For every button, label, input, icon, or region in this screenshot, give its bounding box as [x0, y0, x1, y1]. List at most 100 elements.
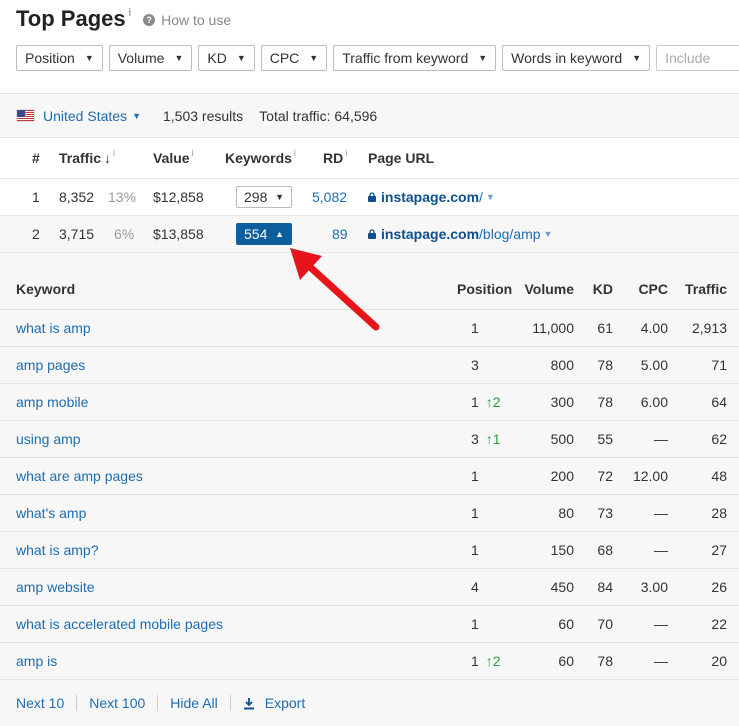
position-value: 1 [471, 653, 479, 669]
position-value: 1 [471, 616, 479, 632]
divider [76, 695, 78, 711]
keywords-footer: Next 10 Next 100 Hide All Export [16, 683, 305, 723]
keyword-position: 3 ↑1 [471, 421, 501, 457]
keyword-link[interactable]: what are amp pages [16, 458, 143, 494]
row-page-url: instapage.com / ▼ [368, 179, 495, 215]
row-keywords: 298 ▼ [236, 179, 292, 215]
keyword-traffic: 20 [711, 653, 727, 669]
keyword-link[interactable]: what's amp [16, 495, 86, 531]
country-bar: United States ▼ 1,503 results Total traf… [0, 93, 739, 138]
filter-label: Traffic from keyword [342, 50, 469, 66]
col-volume: Volume [524, 281, 574, 297]
sort-down-icon: ↓ [104, 150, 112, 166]
chevron-down-icon[interactable]: ▼ [544, 229, 553, 239]
keywords-count: 554 [244, 226, 268, 242]
title-info-icon[interactable]: i [129, 7, 131, 19]
keyword-link[interactable]: what is amp [16, 310, 91, 346]
keyword-volume: 300 [550, 394, 574, 410]
keyword-traffic: 28 [711, 505, 727, 521]
keyword-link[interactable]: amp mobile [16, 384, 88, 420]
hide-all-link[interactable]: Hide All [170, 695, 217, 711]
filter-cpc[interactable]: CPC ▼ [260, 45, 328, 71]
chevron-down-icon[interactable]: ▼ [486, 192, 495, 202]
next-100-link[interactable]: Next 100 [89, 695, 145, 711]
keyword-cpc: — [654, 653, 668, 669]
chevron-down-icon: ▼ [236, 53, 246, 63]
keyword-link[interactable]: amp website [16, 569, 95, 605]
total-traffic: Total traffic: 64,596 [259, 107, 378, 124]
info-icon: i [191, 148, 194, 158]
keyword-cpc: 12.00 [632, 468, 668, 484]
filter-label: Position [25, 50, 75, 66]
keyword-position: 1 [471, 532, 479, 568]
keyword-link[interactable]: amp is [16, 643, 57, 679]
filter-kd[interactable]: KD ▼ [198, 45, 255, 71]
row-page-url: instapage.com /blog/amp ▼ [368, 216, 552, 252]
row-rd-link[interactable]: 89 [332, 216, 348, 252]
keyword-kd: 72 [597, 468, 613, 484]
how-to-use-link[interactable]: ? How to use [143, 12, 231, 28]
keyword-row: what's amp 1 80 73 — 28 [0, 495, 739, 532]
table-row: 1 8,352 13% $12,858 298 ▼ 5,082 instapag… [0, 179, 739, 216]
filter-words-in-keyword[interactable]: Words in keyword ▼ [502, 45, 651, 71]
chevron-down-icon: ▼ [632, 53, 642, 63]
keyword-volume: 11,000 [532, 320, 574, 336]
col-traffic: Traffic [684, 281, 727, 297]
country-selector[interactable]: United States ▼ [43, 108, 141, 124]
export-button[interactable]: Export [243, 695, 305, 711]
position-change-up: ↑1 [485, 431, 501, 447]
keyword-link[interactable]: amp pages [16, 347, 85, 383]
keyword-position: 4 [471, 569, 479, 605]
keywords-toggle-button[interactable]: 298 ▼ [236, 186, 292, 208]
keyword-position: 3 [471, 347, 479, 383]
keyword-row: what are amp pages 1 200 72 12.00 48 [0, 458, 739, 495]
position-value: 1 [471, 505, 479, 521]
filter-label: Words in keyword [511, 50, 623, 66]
col-value[interactable]: Value i [153, 138, 194, 178]
page-title: Top Pages [16, 6, 126, 31]
filter-traffic-from-keyword[interactable]: Traffic from keyword ▼ [333, 45, 497, 71]
keyword-cpc: 4.00 [640, 320, 668, 336]
keyword-kd: 61 [597, 320, 613, 336]
keyword-link[interactable]: using amp [16, 421, 81, 457]
keywords-toggle-button-active[interactable]: 554 ▲ [236, 223, 292, 245]
chevron-down-icon: ▼ [478, 53, 488, 63]
col-traffic[interactable]: Traffic ↓ i [59, 138, 115, 178]
keyword-kd: 78 [597, 653, 613, 669]
page-url-path[interactable]: / [479, 189, 483, 205]
info-icon: i [293, 148, 296, 158]
filter-label: KD [207, 50, 227, 66]
row-traffic-pct: 13% [108, 189, 137, 205]
col-keywords-label: Keywords [225, 150, 292, 166]
include-input[interactable]: Include [656, 45, 739, 71]
chevron-down-icon: ▼ [309, 53, 319, 63]
keyword-link[interactable]: what is amp? [16, 532, 98, 568]
keyword-position: 1 [471, 310, 479, 346]
position-value: 3 [471, 431, 479, 447]
keyword-traffic: 64 [711, 394, 727, 410]
keyword-cpc: — [654, 505, 668, 521]
col-rd-label: RD [323, 150, 344, 166]
page-url-path[interactable]: /blog/amp [479, 226, 540, 242]
chevron-down-icon: ▼ [174, 53, 184, 63]
filter-position[interactable]: Position ▼ [16, 45, 103, 71]
keyword-cpc: — [654, 431, 668, 447]
filter-bar: Position ▼ Volume ▼ KD ▼ CPC ▼ Traffic from … [16, 45, 739, 71]
keyword-row: what is amp 1 11,000 61 4.00 2,913 [0, 310, 739, 347]
keyword-kd: 73 [597, 505, 613, 521]
col-keywords[interactable]: Keywords i [225, 138, 296, 178]
keyword-traffic: 22 [711, 616, 727, 632]
filter-label: Volume [117, 50, 165, 66]
filter-volume[interactable]: Volume ▼ [108, 45, 193, 71]
keyword-link[interactable]: what is accelerated mobile pages [16, 606, 223, 642]
keyword-traffic: 71 [711, 357, 727, 373]
page-url-link[interactable]: instapage.com [381, 226, 479, 242]
col-traffic-label: Traffic [59, 150, 102, 166]
info-icon: i [113, 148, 116, 158]
col-rd[interactable]: RD i [323, 138, 347, 178]
next-10-link[interactable]: Next 10 [16, 695, 64, 711]
chevron-down-icon: ▼ [275, 192, 284, 202]
lock-icon [368, 192, 376, 202]
row-rd-link[interactable]: 5,082 [312, 179, 347, 215]
page-url-link[interactable]: instapage.com [381, 189, 479, 205]
